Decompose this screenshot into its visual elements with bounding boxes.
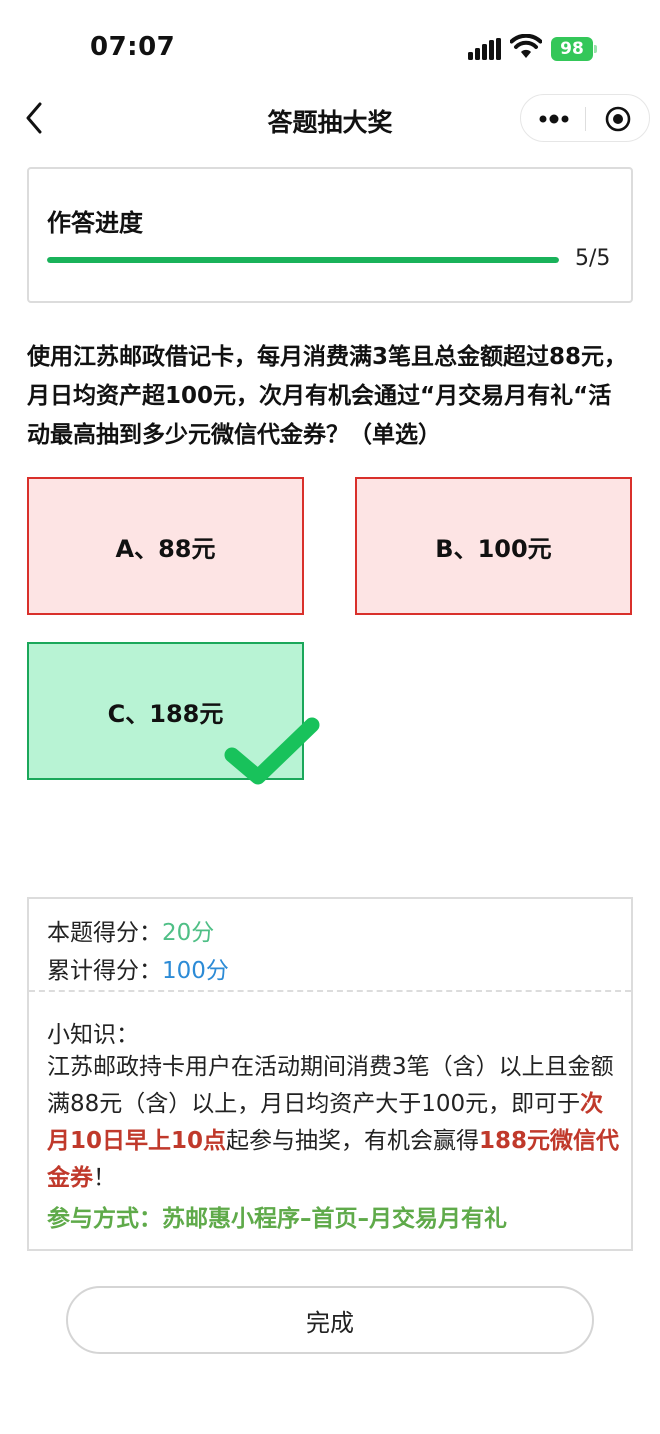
dashed-divider: [29, 990, 631, 992]
checkmark-icon: [224, 717, 320, 785]
cellular-signal-icon: [468, 38, 501, 60]
option-c-label: C、188元: [107, 699, 224, 728]
tip-text-1: 江苏邮政持卡用户在活动期间消费3笔（含）以上且金额满88元（含）以上，月日均资产…: [47, 1054, 614, 1117]
participation-method: 参与方式：苏邮惠小程序–首页–月交易月有礼: [47, 1206, 507, 1232]
tip-text-2: 起参与抽奖，有机会赢得: [226, 1128, 480, 1154]
battery-level: 98: [551, 37, 593, 61]
total-score-row: 累计得分：100分: [47, 951, 229, 985]
option-b-label: B、100元: [435, 534, 552, 563]
tip-text-3: ！: [93, 1165, 116, 1191]
option-a-label: A、88元: [115, 534, 216, 563]
total-score-label: 累计得分：: [47, 958, 162, 984]
total-score-value: 100分: [162, 958, 229, 984]
tip-title: 小知识：: [47, 1022, 139, 1048]
result-card: 本题得分：20分 累计得分：100分 小知识： 江苏邮政持卡用户在活动期间消费3…: [27, 897, 633, 1251]
option-b[interactable]: B、100元: [355, 477, 632, 615]
progress-fill: [47, 257, 559, 263]
battery-icon: 98: [551, 37, 597, 61]
wifi-icon: [510, 34, 542, 58]
close-mini-program-icon[interactable]: [605, 106, 631, 132]
tip-body: 江苏邮政持卡用户在活动期间消费3笔（含）以上且金额满88元（含）以上，月日均资产…: [47, 1049, 621, 1197]
question-score-row: 本题得分：20分: [47, 913, 214, 947]
progress-bar: [47, 257, 559, 263]
progress-title: 作答进度: [47, 209, 143, 237]
question-score-value: 20分: [162, 920, 215, 946]
question-text: 使用江苏邮政借记卡，每月消费满3笔且总金额超过88元，月日均资产超100元，次月…: [27, 344, 628, 448]
done-button[interactable]: 完成: [66, 1286, 594, 1354]
mini-program-capsule: [520, 94, 650, 142]
more-options-icon[interactable]: [539, 107, 569, 131]
progress-count: 5/5: [575, 246, 611, 271]
progress-card: 作答进度 5/5: [27, 167, 633, 303]
question-score-label: 本题得分：: [47, 920, 162, 946]
option-a[interactable]: A、88元: [27, 477, 304, 615]
done-button-label: 完成: [306, 1308, 354, 1337]
status-time: 07:07: [90, 32, 176, 62]
